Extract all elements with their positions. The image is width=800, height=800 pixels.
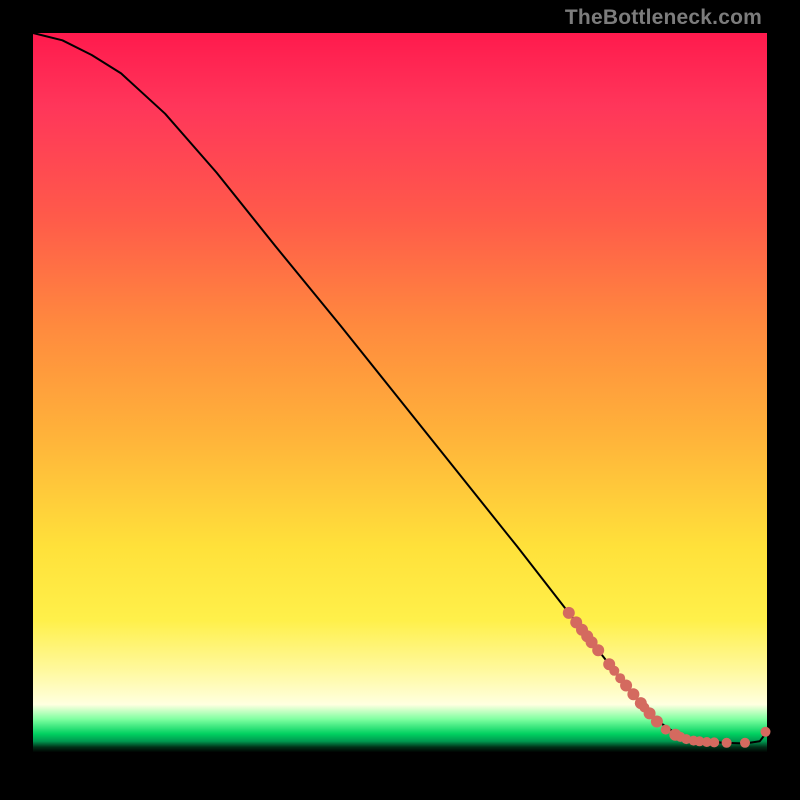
watermark-text: TheBottleneck.com [565,6,762,30]
plot-area [33,33,767,767]
chart-frame: TheBottleneck.com [0,0,800,800]
